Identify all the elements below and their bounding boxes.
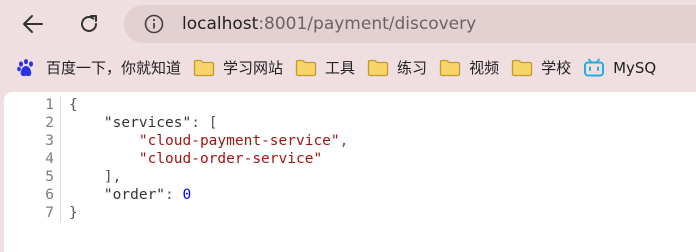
bookmark-label: 视频 — [469, 59, 500, 77]
address-bar[interactable]: localhost:8001/payment/discovery — [124, 5, 696, 43]
bookmark-label: 工具 — [325, 59, 356, 77]
folder-icon — [511, 59, 533, 77]
json-string-value: "cloud-payment-service" — [138, 133, 340, 149]
folder-icon — [193, 59, 215, 77]
bookmark-label: 百度一下，你就知道 — [46, 59, 182, 77]
json-separator: : [ — [191, 115, 218, 131]
bookmark-folder-practice[interactable]: 练习 — [367, 54, 427, 82]
code-line: 5 ], — [4, 168, 348, 186]
bookmark-mysql[interactable]: MySQ — [583, 54, 656, 82]
bookmark-folder-study-sites[interactable]: 学习网站 — [193, 54, 283, 82]
bookmark-label: MySQ — [613, 58, 657, 77]
bilibili-icon — [583, 58, 605, 77]
json-key-order: "order" — [103, 187, 166, 203]
json-key-services: "services" — [103, 115, 192, 131]
json-separator: : — [165, 187, 183, 203]
reload-icon — [81, 15, 97, 32]
code-line: 2 "services": [ — [4, 114, 348, 132]
line-number: 4 — [4, 150, 61, 168]
folder-icon — [295, 59, 317, 77]
folder-icon — [367, 59, 389, 77]
bookmark-label: 学校 — [541, 59, 572, 77]
code-line: 3 "cloud-payment-service", — [4, 132, 348, 150]
open-brace: { — [69, 97, 78, 113]
code-line: 7 } — [4, 204, 348, 222]
line-number: 6 — [4, 186, 61, 204]
arrow-left-icon — [23, 15, 43, 33]
bookmark-folder-videos[interactable]: 视频 — [439, 54, 499, 82]
bookmark-label: 练习 — [397, 59, 428, 77]
folder-icon — [439, 59, 461, 77]
url-text: localhost:8001/payment/discovery — [182, 14, 476, 34]
json-number-value: 0 — [182, 187, 192, 203]
url-path: :8001/payment/discovery — [258, 14, 477, 34]
line-number: 7 — [4, 204, 61, 222]
bookmark-label: 学习网站 — [223, 59, 284, 77]
site-info-icon[interactable] — [144, 14, 164, 34]
close-brace: } — [69, 205, 78, 221]
bookmark-folder-tools[interactable]: 工具 — [295, 54, 355, 82]
bookmark-folder-school[interactable]: 学校 — [511, 54, 571, 82]
baidu-icon — [16, 58, 38, 77]
array-close: ], — [103, 169, 122, 185]
json-string-value: "cloud-order-service" — [138, 151, 323, 167]
browser-toolbar: localhost:8001/payment/discovery — [0, 0, 696, 48]
line-number: 5 — [4, 168, 61, 186]
line-number: 1 — [4, 96, 61, 114]
url-host: localhost — [182, 14, 259, 34]
line-number: 3 — [4, 132, 61, 150]
line-number: 2 — [4, 114, 61, 132]
code-line: 6 "order": 0 — [4, 186, 348, 204]
code-line: 4 "cloud-order-service" — [4, 150, 348, 168]
json-viewer: 1 { 2 "services": [ 3 "cloud-payment-ser… — [4, 96, 348, 222]
back-button[interactable] — [16, 7, 50, 41]
bookmark-baidu[interactable]: 百度一下，你就知道 — [16, 54, 181, 82]
page-content: 1 { 2 "services": [ 3 "cloud-payment-ser… — [4, 92, 696, 252]
bookmarks-bar: 百度一下，你就知道 学习网站 工具 练习 视频 学校 MySQ — [0, 51, 696, 84]
json-comma: , — [339, 133, 349, 149]
code-line: 1 { — [4, 96, 348, 114]
reload-button[interactable] — [72, 7, 106, 41]
